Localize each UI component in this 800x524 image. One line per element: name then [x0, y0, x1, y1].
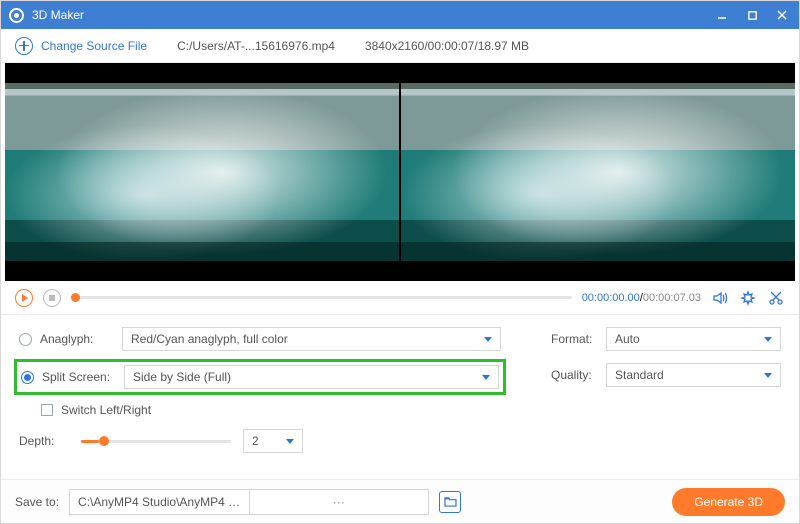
source-file-path: C:/Users/AT-...15616976.mp4	[177, 39, 335, 53]
generate-3d-button[interactable]: Generate 3D	[672, 488, 785, 516]
save-path: C:\AnyMP4 Studio\AnyMP4 Vi...onverter Ul…	[70, 495, 249, 509]
split-screen-value: Side by Side (Full)	[133, 370, 231, 384]
seek-handle[interactable]	[71, 293, 80, 302]
depth-slider-handle[interactable]	[99, 436, 109, 446]
switch-lr-row: Switch Left/Right	[19, 403, 501, 417]
format-select[interactable]: Auto	[606, 327, 781, 351]
bottom-bar: Save to: C:\AnyMP4 Studio\AnyMP4 Vi...on…	[1, 479, 799, 523]
split-screen-row: Split Screen: Side by Side (Full)	[21, 365, 499, 389]
depth-select[interactable]: 2	[243, 429, 303, 453]
player-controls: 00:00:00.00/00:00:07.03	[1, 281, 799, 315]
chevron-down-icon	[764, 373, 772, 378]
depth-slider[interactable]	[81, 440, 231, 443]
quality-select[interactable]: Standard	[606, 363, 781, 387]
anaglyph-label: Anaglyph:	[40, 332, 122, 346]
toolbar: Change Source File C:/Users/AT-...156169…	[1, 29, 799, 63]
depth-label: Depth:	[19, 434, 69, 448]
app-icon	[9, 8, 24, 23]
format-value: Auto	[615, 332, 640, 346]
plus-icon	[15, 37, 33, 55]
browse-button[interactable]: ···	[249, 489, 429, 515]
quality-row: Quality: Standard	[551, 363, 781, 387]
source-file-meta: 3840x2160/00:00:07/18.97 MB	[365, 39, 529, 53]
format-row: Format: Auto	[551, 327, 781, 351]
stop-button[interactable]	[43, 289, 61, 307]
anaglyph-row: Anaglyph: Red/Cyan anaglyph, full color	[19, 327, 501, 351]
chevron-down-icon	[484, 337, 492, 342]
time-current: 00:00:00.00	[582, 292, 640, 304]
chevron-down-icon	[482, 375, 490, 380]
volume-icon[interactable]	[711, 289, 729, 307]
split-screen-select[interactable]: Side by Side (Full)	[124, 365, 499, 389]
preview-right	[401, 63, 795, 281]
title-bar: 3D Maker	[1, 1, 799, 29]
maximize-icon[interactable]	[743, 6, 761, 24]
change-source-label: Change Source File	[41, 39, 147, 53]
snapshot-icon[interactable]	[739, 289, 757, 307]
generate-3d-label: Generate 3D	[694, 495, 763, 509]
change-source-button[interactable]: Change Source File	[15, 37, 147, 55]
switch-lr-checkbox[interactable]	[41, 404, 53, 416]
split-screen-radio[interactable]	[21, 371, 34, 384]
app-title: 3D Maker	[32, 8, 701, 22]
preview-left	[5, 63, 399, 281]
app-window: 3D Maker Change Source File C:/Users/AT-…	[0, 0, 800, 524]
anaglyph-select[interactable]: Red/Cyan anaglyph, full color	[122, 327, 501, 351]
minimize-icon[interactable]	[713, 6, 731, 24]
play-button[interactable]	[15, 289, 33, 307]
anaglyph-value: Red/Cyan anaglyph, full color	[131, 332, 288, 346]
quality-label: Quality:	[551, 368, 606, 382]
seek-bar[interactable]	[71, 296, 572, 299]
depth-value: 2	[252, 434, 259, 448]
options-right: Format: Auto Quality: Standard	[551, 327, 781, 467]
chevron-down-icon	[286, 439, 294, 444]
preview-area	[5, 63, 795, 281]
options-left: Anaglyph: Red/Cyan anaglyph, full color …	[19, 327, 501, 467]
time-duration: 00:00:07.03	[643, 292, 701, 304]
format-label: Format:	[551, 332, 606, 346]
time-display: 00:00:00.00/00:00:07.03	[582, 292, 701, 304]
depth-row: Depth: 2	[19, 429, 501, 453]
split-screen-highlight: Split Screen: Side by Side (Full)	[14, 359, 506, 395]
options-panel: Anaglyph: Red/Cyan anaglyph, full color …	[1, 315, 799, 479]
save-to-label: Save to:	[15, 495, 59, 509]
quality-value: Standard	[615, 368, 664, 382]
open-folder-button[interactable]	[439, 491, 461, 513]
cut-icon[interactable]	[767, 289, 785, 307]
chevron-down-icon	[764, 337, 772, 342]
save-path-box: C:\AnyMP4 Studio\AnyMP4 Vi...onverter Ul…	[69, 489, 429, 515]
split-screen-label: Split Screen:	[42, 370, 124, 384]
switch-lr-label: Switch Left/Right	[61, 403, 151, 417]
anaglyph-radio[interactable]	[19, 333, 32, 346]
close-icon[interactable]	[773, 6, 791, 24]
